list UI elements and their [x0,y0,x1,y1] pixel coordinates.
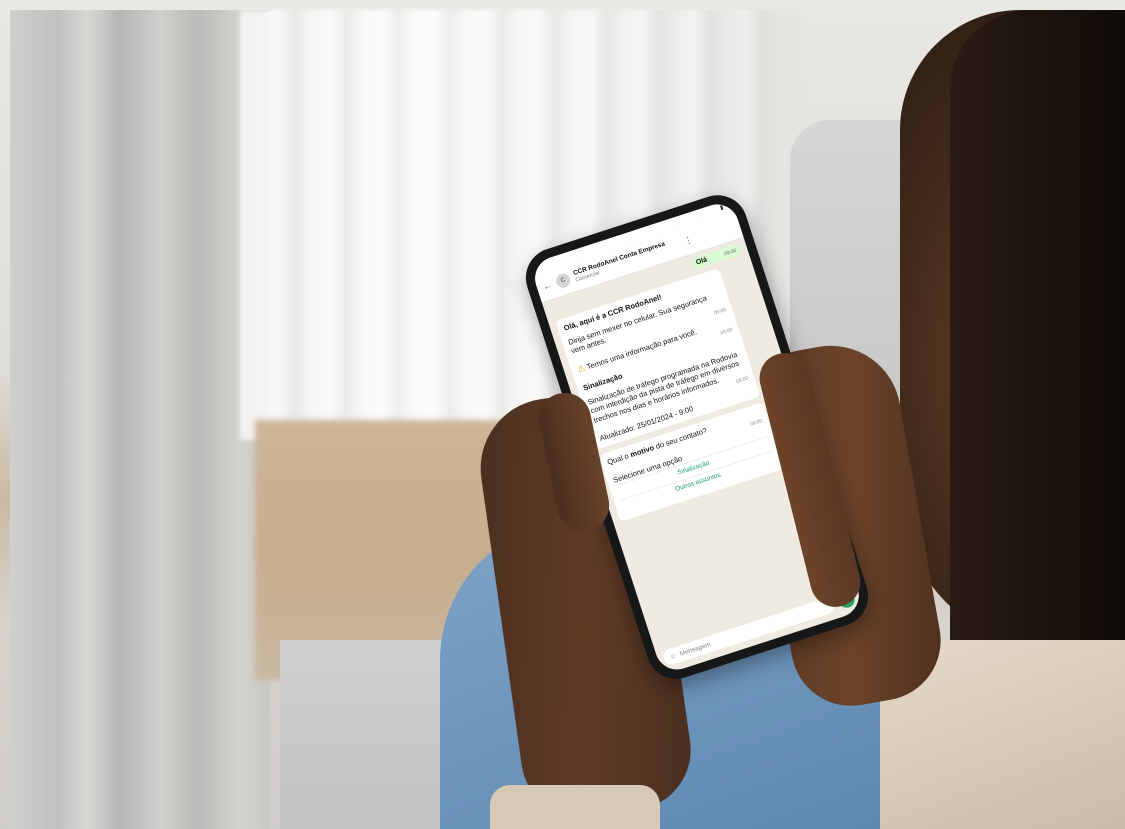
more-options-icon[interactable]: ⋮ [682,233,694,246]
avatar[interactable]: C [554,271,572,290]
status-time [540,263,543,273]
outgoing-text: Olá [695,256,709,267]
back-arrow-icon[interactable]: ← [542,280,554,292]
curtain [10,10,270,829]
left-sleeve-cuff [490,785,660,829]
emoji-icon[interactable]: ☺ [669,652,677,661]
battery-icon: ▮ [719,204,725,212]
warning-icon: ⚠ [575,362,587,375]
photo-scene: ▮ ← C CCR RodoAnel Conta Empresa Comerci… [0,0,1125,829]
outgoing-time: 09:00 [723,247,738,257]
message-placeholder: Mensagem [678,640,712,658]
